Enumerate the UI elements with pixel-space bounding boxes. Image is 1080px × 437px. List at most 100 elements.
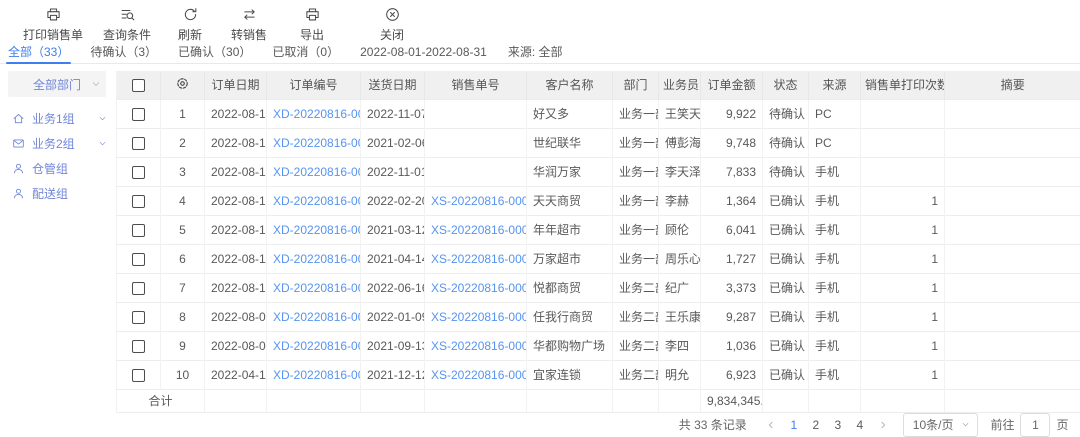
cell-sales_no	[425, 128, 527, 157]
sidebar-item-business-group-1[interactable]: 业务1组	[0, 106, 116, 131]
date-range-filter[interactable]: 2022-08-01-2022-08-31	[360, 44, 487, 63]
cell-department: 业务一部	[613, 186, 659, 215]
row-checkbox[interactable]	[132, 195, 145, 208]
table-row: 72022-08-10XD-20220816-0000122022-06-16X…	[117, 273, 1080, 302]
goto-page-input[interactable]	[1020, 413, 1050, 437]
sales_no-link[interactable]: XS-20220816-000012	[431, 281, 527, 295]
mail-icon	[12, 137, 25, 150]
toolbar-button-query-conditions[interactable]: 查询条件	[92, 7, 162, 43]
toolbar-button-label: 转销售	[231, 26, 267, 43]
sales_no-link[interactable]: XS-20220816-000011	[431, 310, 527, 324]
cell-print_count	[861, 128, 945, 157]
cell-salesperson: 傅彭海	[659, 128, 701, 157]
sales_no-link[interactable]: XS-20220816-000013	[431, 252, 527, 266]
tab-all[interactable]: 全部（33）	[8, 44, 69, 63]
total-empty-cell	[763, 389, 809, 412]
toolbar-button-print-sales-order[interactable]: 打印销售单	[14, 7, 92, 43]
toolbar-button-label: 导出	[300, 26, 324, 43]
row-checkbox[interactable]	[132, 369, 145, 382]
order_no-link[interactable]: XD-20220816-000012	[273, 281, 361, 295]
cell-amount: 9,922	[701, 99, 763, 128]
order_no-link[interactable]: XD-20220816-000014	[273, 223, 361, 237]
cell-customer: 天天商贸	[527, 186, 613, 215]
toolbar-button-transfer-sales[interactable]: 转销售	[218, 7, 280, 43]
cell-amount: 1,036	[701, 331, 763, 360]
sales_no-link[interactable]: XS-20220816-000015	[431, 194, 527, 208]
cell-salesperson: 周乐心	[659, 244, 701, 273]
row-checkbox[interactable]	[132, 224, 145, 237]
next-page-button[interactable]	[873, 415, 893, 435]
cell-source: PC	[809, 99, 861, 128]
cell-order_date: 2022-08-13	[205, 186, 267, 215]
tab-confirmed[interactable]: 已确认（30）	[178, 44, 251, 63]
tab-cancelled[interactable]: 已取消（0）	[272, 44, 339, 63]
column-header: 销售单打印次数	[861, 71, 945, 99]
goto-label: 前往	[990, 416, 1014, 433]
cell-source: 手机	[809, 215, 861, 244]
row-checkbox[interactable]	[132, 166, 145, 179]
page-number-1[interactable]: 1	[783, 415, 805, 435]
tab-pending[interactable]: 待确认（3）	[90, 44, 157, 63]
column-header: 订单编号	[267, 71, 361, 99]
order_no-link[interactable]: XD-20220816-000017	[273, 136, 361, 150]
order_no-link[interactable]: XD-20220816-000009	[273, 368, 361, 382]
page-number-2[interactable]: 2	[805, 415, 827, 435]
toolbar-button-export[interactable]: 导出	[280, 7, 344, 43]
cell-status: 已确认	[763, 273, 809, 302]
sales_no-link[interactable]: XS-20220816-000010	[431, 339, 527, 353]
order_no-link[interactable]: XD-20220816-000015	[273, 194, 361, 208]
column-header: 业务员	[659, 71, 701, 99]
toolbar-button-close[interactable]: 关闭	[344, 7, 440, 43]
sidebar-item-warehouse-group[interactable]: 仓管组	[0, 156, 116, 181]
sales_no-link[interactable]: XS-20220816-000009	[431, 368, 527, 382]
cell-customer: 任我行商贸	[527, 302, 613, 331]
cell-print_count: 1	[861, 302, 945, 331]
person-icon	[12, 187, 25, 200]
select-all-checkbox[interactable]	[132, 79, 145, 92]
row-checkbox[interactable]	[132, 340, 145, 353]
goto-suffix-label: 页	[1056, 416, 1068, 433]
toolbar-button-label: 查询条件	[103, 26, 151, 43]
order_no-link[interactable]: XD-20220816-000010	[273, 339, 361, 353]
table-row: 32022-08-14XD-20220816-0000162022-11-01华…	[117, 157, 1080, 186]
sales_no-link[interactable]: XS-20220816-000014	[431, 223, 527, 237]
total-empty-cell	[861, 389, 945, 412]
cell-customer: 世纪联华	[527, 128, 613, 157]
page-number-4[interactable]: 4	[849, 415, 871, 435]
order_no-link[interactable]: XD-20220816-000013	[273, 252, 361, 266]
cell-delivery_date: 2022-11-07	[361, 99, 425, 128]
order_no-link[interactable]: XD-20220816-000016	[273, 165, 361, 179]
department-dropdown[interactable]: 全部部门	[8, 71, 106, 97]
source-filter[interactable]: 来源: 全部	[508, 44, 563, 63]
total-empty-cell	[425, 389, 527, 412]
prev-page-button[interactable]	[761, 415, 781, 435]
page-number-3[interactable]: 3	[827, 415, 849, 435]
chevron-down-icon	[961, 420, 970, 429]
cell-customer: 好又多	[527, 99, 613, 128]
page-number-list: 1234	[783, 415, 871, 435]
sidebar-item-business-group-2[interactable]: 业务2组	[0, 131, 116, 156]
toolbar-button-refresh[interactable]: 刷新	[162, 7, 218, 43]
column-header: 摘要	[945, 71, 1080, 99]
column-header: 来源	[809, 71, 861, 99]
row-checkbox[interactable]	[132, 253, 145, 266]
sidebar-item-delivery-group[interactable]: 配送组	[0, 181, 116, 206]
row-checkbox[interactable]	[132, 282, 145, 295]
total-empty-cell	[527, 389, 613, 412]
chevron-left-icon	[766, 420, 776, 430]
order_no-link[interactable]: XD-20220816-000018	[273, 107, 361, 121]
home-icon	[12, 112, 25, 125]
app-window: 打印销售单查询条件刷新转销售 导出 关闭 全部（33） 待确认（3） 已确认（30） 已取…	[0, 0, 1080, 437]
page-size-select[interactable]: 10条/页	[903, 413, 979, 437]
cell-order_date: 2022-08-14	[205, 157, 267, 186]
cell-order_date: 2022-08-08	[205, 331, 267, 360]
cell-summary	[945, 215, 1080, 244]
row-checkbox[interactable]	[132, 137, 145, 150]
cell-delivery_date: 2022-02-20	[361, 186, 425, 215]
row-checkbox[interactable]	[132, 311, 145, 324]
row-checkbox[interactable]	[132, 108, 145, 121]
gear-icon[interactable]	[175, 76, 190, 91]
order_no-link[interactable]: XD-20220816-000011	[273, 310, 361, 324]
cell-summary	[945, 128, 1080, 157]
filter-tabs-bar: 全部（33） 待确认（3） 已确认（30） 已取消（0） 2022-08-01-202…	[0, 44, 1080, 64]
